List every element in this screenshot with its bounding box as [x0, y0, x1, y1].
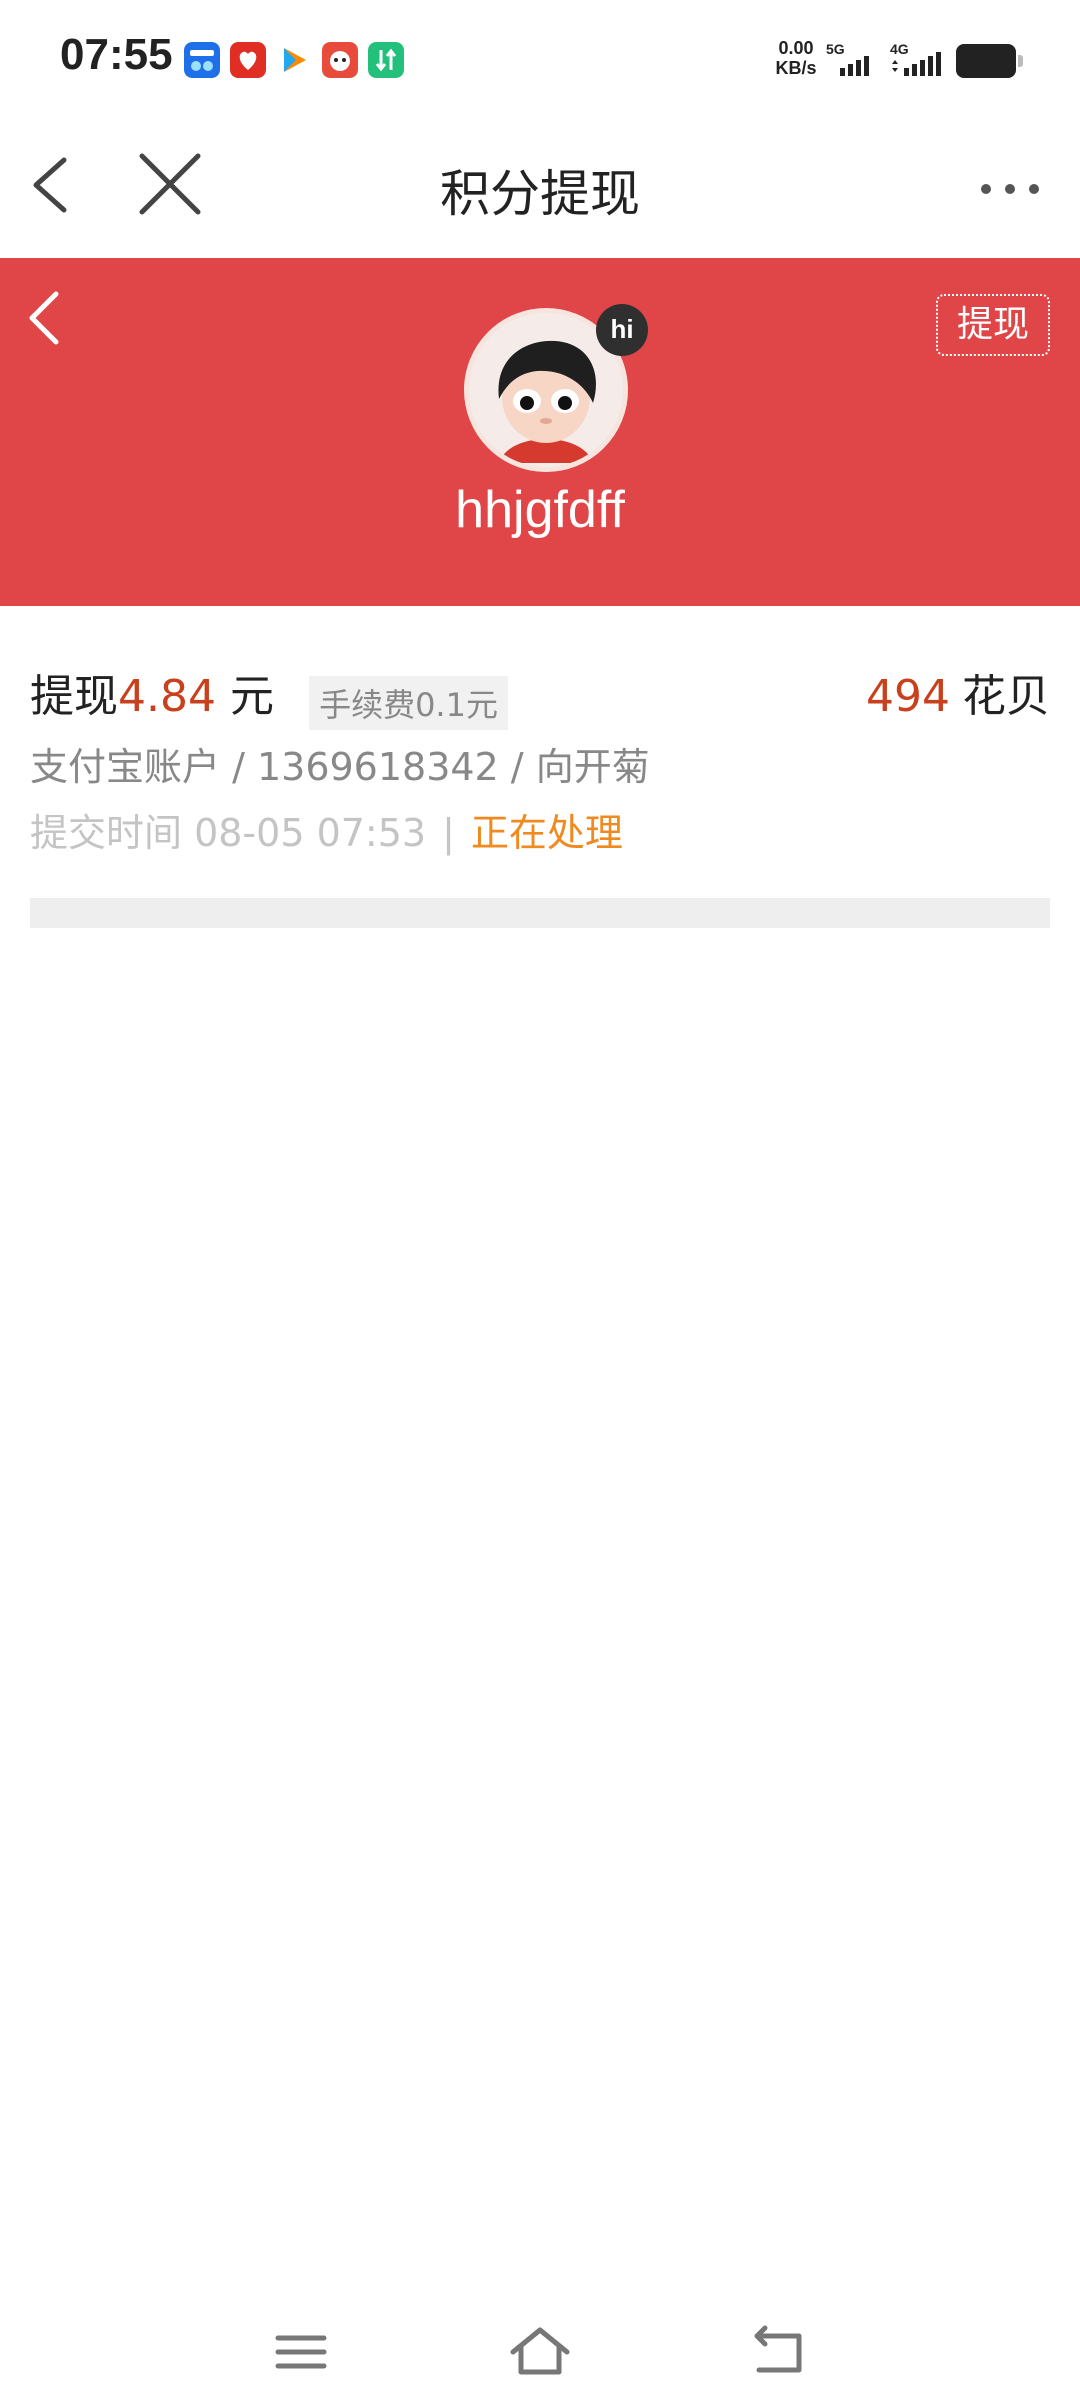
- fee-tag: 手续费0.1元: [309, 675, 508, 730]
- withdraw-button[interactable]: 提现: [936, 294, 1050, 356]
- profile-header: 提现 hi hhjgfdff: [0, 258, 1080, 606]
- username: hhjgfdff: [455, 481, 625, 539]
- account-info: 支付宝账户 / 1369618342 / 向开菊: [30, 745, 650, 789]
- separator: |: [442, 811, 455, 855]
- bottom-nav: [0, 2300, 1080, 2408]
- close-icon[interactable]: [130, 150, 210, 220]
- submit-time: 提交时间 08-05 07:53: [30, 811, 427, 855]
- pinduoduo-icon: [230, 42, 266, 78]
- more-icon[interactable]: [970, 164, 1050, 214]
- game-icon: [322, 42, 358, 78]
- signal-4g-label: 4G: [890, 41, 909, 57]
- divider-bar: [30, 898, 1050, 928]
- withdraw-record: 提现4.84 元 手续费0.1元 494 花贝 支付宝账户 / 1369618342…: [30, 660, 1050, 866]
- record-summary-row: 提现4.84 元 手续费0.1元 494 花贝: [30, 660, 1050, 730]
- page-title: 积分提现: [440, 165, 640, 223]
- amount-unit: 元: [229, 671, 274, 722]
- header-back-icon[interactable]: [22, 288, 72, 348]
- points-label: 花贝: [962, 671, 1050, 722]
- signal-5g-label: 5G: [826, 41, 845, 57]
- net-speed: 0.00 KB/s: [766, 38, 826, 78]
- points: 494 花贝: [866, 660, 1050, 724]
- net-speed-unit: KB/s: [775, 58, 817, 78]
- submit-time-line: 提交时间 08-05 07:53 | 正在处理: [30, 800, 1050, 866]
- qiche-icon: [184, 42, 220, 78]
- status-bar: 07:55 0.00 KB/s 5G 4G: [0, 0, 1080, 120]
- chevron-left-icon[interactable]: [24, 150, 94, 220]
- signal-4g-icon: 4G: [890, 41, 941, 76]
- transfer-icon: [368, 42, 404, 78]
- hi-badge: hi: [596, 304, 648, 356]
- tencent-video-icon: [284, 48, 306, 72]
- status-text: 正在处理: [470, 811, 623, 855]
- battery-icon: [956, 44, 1023, 78]
- withdraw-amount: 4.84: [118, 671, 216, 722]
- home-icon[interactable]: [505, 2322, 575, 2382]
- points-value: 494: [866, 671, 950, 722]
- back-icon[interactable]: [745, 2322, 815, 2382]
- menu-icon[interactable]: [266, 2322, 336, 2382]
- withdraw-label: 提现: [30, 671, 118, 722]
- net-speed-value: 0.00: [778, 38, 814, 58]
- status-time: 07:55: [60, 30, 173, 79]
- signal-5g-icon: 5G: [826, 41, 869, 76]
- title-bar: 积分提现: [0, 120, 1080, 258]
